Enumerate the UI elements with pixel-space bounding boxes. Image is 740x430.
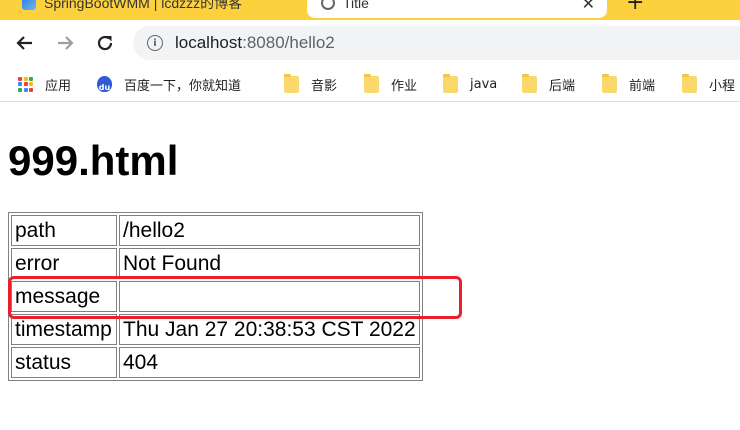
table-row: error Not Found [11, 248, 420, 279]
close-tab-icon[interactable]: ✕ [582, 0, 595, 14]
bookmark-folder-qianduan[interactable]: 前端 [602, 73, 656, 94]
row-key: error [11, 248, 117, 279]
bookmark-label: 后端 [549, 78, 576, 94]
row-value: Not Found [119, 248, 420, 279]
bookmark-label: 音影 [311, 78, 338, 94]
row-key: timestamp [11, 314, 117, 345]
row-key: path [11, 215, 117, 246]
folder-icon [682, 73, 697, 93]
error-table: path /hello2 error Not Found message tim… [8, 212, 423, 381]
url-host: localhost [175, 33, 243, 52]
row-value [119, 281, 420, 312]
arrow-left-icon [16, 36, 32, 50]
browser-toolbar: i localhost:8080/hello2 [0, 20, 740, 66]
reload-icon [97, 35, 113, 51]
row-value: 404 [119, 347, 420, 378]
bookmark-label: 小程 [709, 78, 736, 94]
bookmark-label: 作业 [391, 78, 418, 94]
bookmark-apps[interactable]: 应用 [18, 74, 71, 94]
folder-icon [522, 73, 537, 93]
bookmark-folder-houduan[interactable]: 后端 [522, 73, 576, 94]
url-text[interactable]: localhost:8080/hello2 [175, 33, 335, 53]
bookmark-baidu[interactable]: du 百度一下，你就知道 [97, 74, 241, 94]
spring-favicon-icon [22, 0, 36, 10]
baidu-paw-icon: du [97, 76, 112, 92]
folder-icon [364, 73, 379, 93]
address-bar[interactable]: i localhost:8080/hello2 [133, 26, 740, 60]
folder-icon [602, 73, 617, 93]
bookmark-folder-xiaocheng[interactable]: 小程 [682, 73, 736, 94]
bookmark-label: 百度一下，你就知道 [124, 78, 242, 94]
tab-strip: SpringBootWMM | lcdzzz的博客 Title ✕ + [0, 0, 740, 20]
reload-button[interactable] [91, 29, 119, 57]
table-row: path /hello2 [11, 215, 420, 246]
bookmark-folder-zuoye[interactable]: 作业 [364, 73, 418, 94]
bookmark-folder-java[interactable]: java [443, 73, 498, 94]
page-title: 999.html [8, 137, 179, 184]
row-value: Thu Jan 27 20:38:53 CST 2022 [119, 314, 420, 345]
folder-icon [284, 73, 299, 93]
tab-title: SpringBootWMM | lcdzzz的博客 [44, 0, 243, 11]
bookmark-label: java [470, 76, 498, 92]
row-value: /hello2 [119, 215, 420, 246]
tab-title: Title [343, 0, 369, 11]
page-content: 999.html path /hello2 error Not Found me… [0, 103, 740, 430]
bookmark-label: 应用 [45, 78, 72, 94]
table-row: message [11, 281, 420, 312]
tab-title-active[interactable]: Title ✕ [307, 0, 607, 18]
row-key: status [11, 347, 117, 378]
row-key: message [11, 281, 117, 312]
folder-icon [443, 73, 458, 93]
new-tab-button[interactable]: + [626, 0, 644, 15]
back-button[interactable] [11, 29, 39, 57]
bookmarks-bar: 应用 du 百度一下，你就知道 音影 作业 java 后端 前端 小程 [0, 66, 740, 102]
apps-icon [18, 76, 33, 92]
url-path: :8080/hello2 [242, 33, 335, 52]
bookmark-folder-yinying[interactable]: 音影 [284, 73, 338, 94]
table-row: status 404 [11, 347, 420, 378]
forward-button[interactable] [51, 29, 79, 57]
info-icon[interactable]: i [147, 35, 163, 51]
arrow-right-icon [58, 36, 74, 50]
table-row: timestamp Thu Jan 27 20:38:53 CST 2022 [11, 314, 420, 345]
globe-favicon-icon [321, 0, 335, 10]
bookmark-label: 前端 [629, 78, 656, 94]
tab-springboot[interactable]: SpringBootWMM | lcdzzz的博客 [0, 0, 305, 18]
